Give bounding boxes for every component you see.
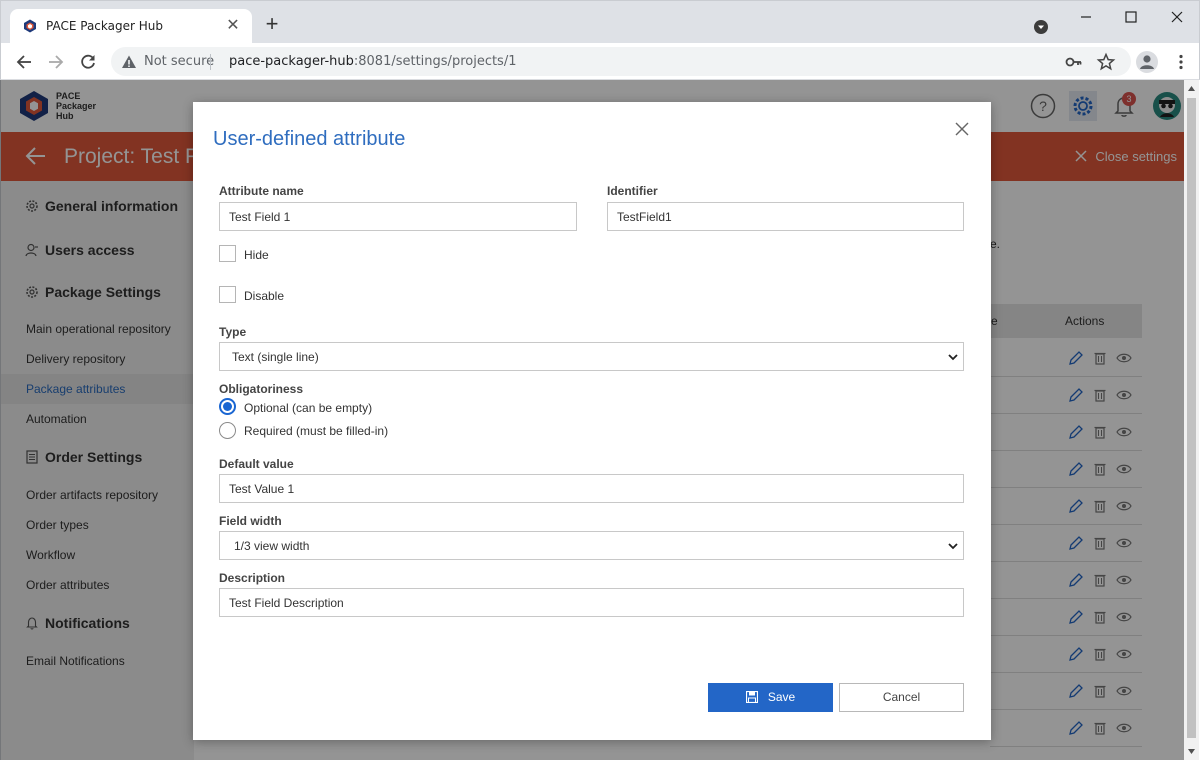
bookmark-star-icon[interactable] [1096, 52, 1116, 72]
attribute-name-label: Attribute name [219, 184, 304, 198]
attribute-name-input[interactable] [219, 202, 577, 231]
required-radio-label: Required (must be filled-in) [244, 424, 389, 438]
page-scrollbar[interactable] [1184, 80, 1199, 760]
address-bar[interactable]: Not secure pace-packager-hub:8081/settin… [111, 47, 1131, 76]
browser-tab[interactable]: PACE Packager Hub ✕ [10, 9, 252, 44]
optional-radio-label: Optional (can be empty) [244, 401, 373, 415]
reload-icon[interactable] [78, 52, 98, 72]
minimize-icon[interactable] [1071, 7, 1101, 27]
save-icon [745, 691, 758, 703]
tab-close-icon[interactable]: ✕ [224, 17, 242, 35]
field-width-label: Field width [219, 514, 282, 528]
window-close-icon[interactable] [1162, 7, 1192, 27]
warning-icon [122, 55, 136, 68]
back-icon[interactable] [14, 52, 34, 72]
browser-tab-bar: PACE Packager Hub ✕ + [0, 0, 1200, 44]
obligatoriness-label: Obligatoriness [219, 382, 304, 396]
hide-checkbox[interactable] [219, 245, 236, 262]
new-tab-icon[interactable]: + [263, 13, 281, 35]
default-value-label: Default value [219, 457, 294, 471]
cancel-button[interactable]: Cancel [839, 683, 964, 712]
description-label: Description [219, 571, 286, 585]
default-value-input[interactable] [219, 474, 964, 503]
field-width-select[interactable]: 1/3 view width [219, 531, 964, 560]
hide-checkbox-label: Hide [244, 248, 269, 262]
required-radio[interactable] [219, 422, 236, 439]
browser-toolbar: Not secure pace-packager-hub:8081/settin… [0, 43, 1200, 80]
optional-radio[interactable] [219, 398, 236, 415]
type-select[interactable]: Text (single line) [219, 342, 964, 371]
scroll-down-icon[interactable] [1187, 747, 1196, 756]
url-text[interactable]: pace-packager-hub:8081/settings/projects… [229, 54, 516, 69]
disable-checkbox[interactable] [219, 286, 236, 303]
chevron-down-icon [948, 354, 958, 361]
not-secure-label: Not secure [144, 54, 215, 69]
type-label: Type [219, 325, 247, 339]
type-select-value: Text (single line) [232, 350, 319, 364]
url-host: pace-packager-hub [229, 54, 354, 69]
user-defined-attribute-dialog: User-defined attribute Attribute name Id… [193, 102, 991, 740]
omnibox-separator [210, 54, 211, 70]
browser-menu-icon[interactable] [1171, 52, 1191, 72]
dialog-close-icon[interactable] [955, 122, 969, 136]
scroll-up-icon[interactable] [1187, 84, 1196, 93]
maximize-icon[interactable] [1116, 7, 1146, 27]
chevron-down-icon [948, 543, 958, 550]
description-input[interactable] [219, 588, 964, 617]
pace-favicon-icon [24, 19, 36, 33]
identifier-label: Identifier [607, 184, 658, 198]
browser-menu-dropdown-icon[interactable] [1034, 20, 1048, 34]
identifier-input[interactable] [607, 202, 964, 231]
save-button[interactable]: Save [708, 683, 833, 712]
forward-icon[interactable] [46, 52, 66, 72]
tab-title: PACE Packager Hub [46, 19, 163, 33]
key-icon[interactable] [1064, 52, 1084, 72]
disable-checkbox-label: Disable [244, 289, 285, 303]
url-path: :8081/settings/projects/1 [353, 54, 517, 69]
profile-avatar-icon[interactable] [1135, 50, 1159, 74]
field-width-select-value: 1/3 view width [234, 539, 310, 553]
dialog-title: User-defined attribute [213, 128, 406, 150]
scrollbar-thumb[interactable] [1187, 98, 1196, 738]
save-button-label: Save [767, 690, 796, 704]
